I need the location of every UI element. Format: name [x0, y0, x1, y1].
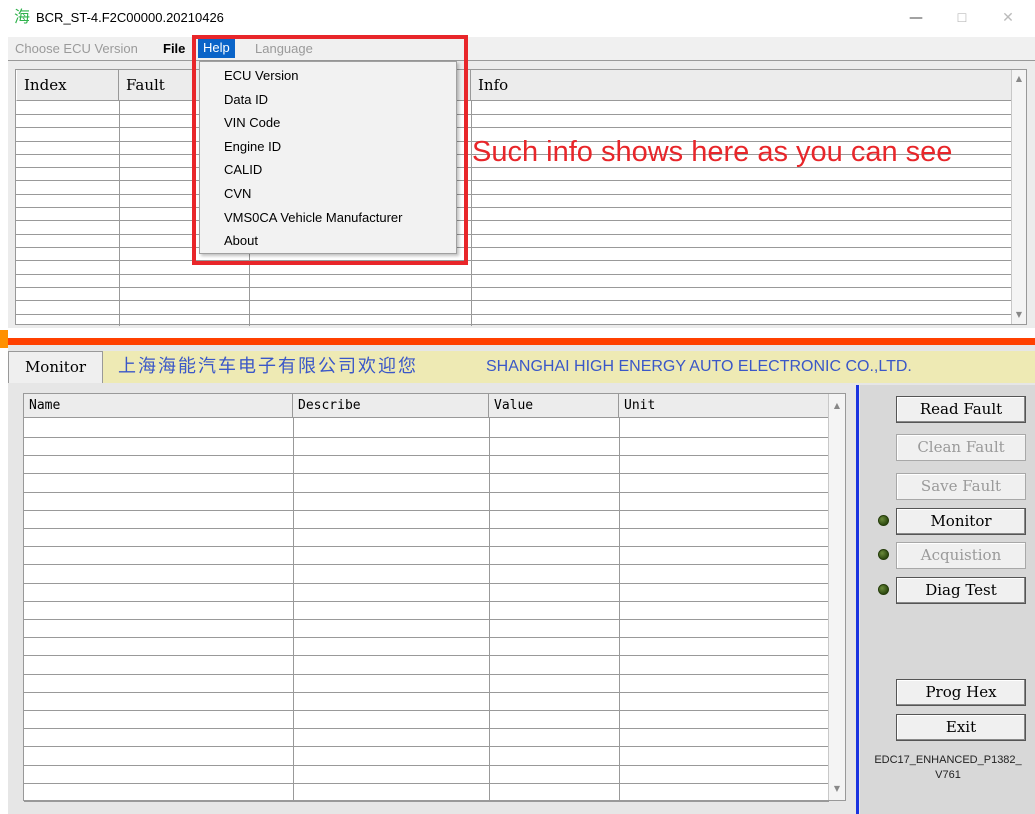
section-separator	[8, 338, 1035, 345]
welcome-banner: 上海海能汽车电子有限公司欢迎您 SHANGHAI HIGH ENERGY AUT…	[103, 351, 1035, 383]
welcome-text-english: SHANGHAI HIGH ENERGY AUTO ELECTRONIC CO.…	[486, 358, 912, 375]
scroll-down-arrow-icon[interactable]: ▼	[830, 782, 844, 796]
app-icon: 海	[14, 7, 31, 26]
monitor-button[interactable]: Monitor	[896, 508, 1026, 535]
minimize-button[interactable]: —	[896, 6, 936, 30]
scroll-down-arrow-icon[interactable]: ▼	[1012, 308, 1026, 322]
maximize-button[interactable]: ☐	[942, 6, 982, 30]
diag-test-status-led-icon	[878, 584, 889, 595]
monitor-table-scrollbar[interactable]: ▲ ▼	[828, 394, 845, 800]
read-fault-button[interactable]: Read Fault	[896, 396, 1026, 423]
prog-hex-button[interactable]: Prog Hex	[896, 679, 1026, 706]
separator-accent	[0, 330, 8, 348]
window-title: BCR_ST-4.F2C00000.20210426	[36, 10, 224, 25]
menu-bar: Choose ECU Version File Help Language	[8, 37, 1035, 60]
fault-table-gridlines	[16, 101, 1013, 326]
title-bar: 海 BCR_ST-4.F2C00000.20210426 — ☐ ✕	[0, 0, 1035, 36]
exit-button[interactable]: Exit	[896, 714, 1026, 741]
acquistion-status-led-icon	[878, 549, 889, 560]
acquistion-button[interactable]: Acquistion	[896, 542, 1026, 569]
menu-file[interactable]: File	[160, 37, 188, 60]
monitor-section: Monitor 上海海能汽车电子有限公司欢迎您 SHANGHAI HIGH EN…	[8, 345, 1035, 814]
fault-table-scrollbar[interactable]: ▲ ▼	[1011, 70, 1026, 324]
welcome-text-chinese: 上海海能汽车电子有限公司欢迎您	[118, 356, 418, 377]
tab-monitor[interactable]: Monitor	[8, 351, 103, 383]
diag-test-button[interactable]: Diag Test	[896, 577, 1026, 604]
menu-choose-ecu-version[interactable]: Choose ECU Version	[10, 37, 143, 60]
scroll-up-arrow-icon[interactable]: ▲	[830, 399, 844, 413]
clean-fault-button[interactable]: Clean Fault	[896, 434, 1026, 461]
action-button-panel: Read Fault Clean Fault Save Fault Monito…	[860, 385, 1035, 814]
annotation-text: Such info shows here as you can see	[472, 136, 953, 168]
panel-divider	[856, 385, 859, 814]
close-button[interactable]: ✕	[988, 6, 1028, 30]
ecu-version-label: EDC17_ENHANCED_P1382_ V761	[874, 754, 1022, 781]
highlight-box	[192, 35, 468, 265]
monitor-table-gridlines	[24, 418, 829, 802]
scroll-up-arrow-icon[interactable]: ▲	[1012, 72, 1026, 86]
monitor-status-led-icon	[878, 515, 889, 526]
save-fault-button[interactable]: Save Fault	[896, 473, 1026, 500]
fault-table[interactable]: Index Fault Info ▲ ▼	[15, 69, 1027, 326]
monitor-table[interactable]: Name Describe Value Unit ▲ ▼	[23, 393, 846, 802]
fault-panel: Index Fault Info ▲ ▼	[8, 60, 1035, 328]
